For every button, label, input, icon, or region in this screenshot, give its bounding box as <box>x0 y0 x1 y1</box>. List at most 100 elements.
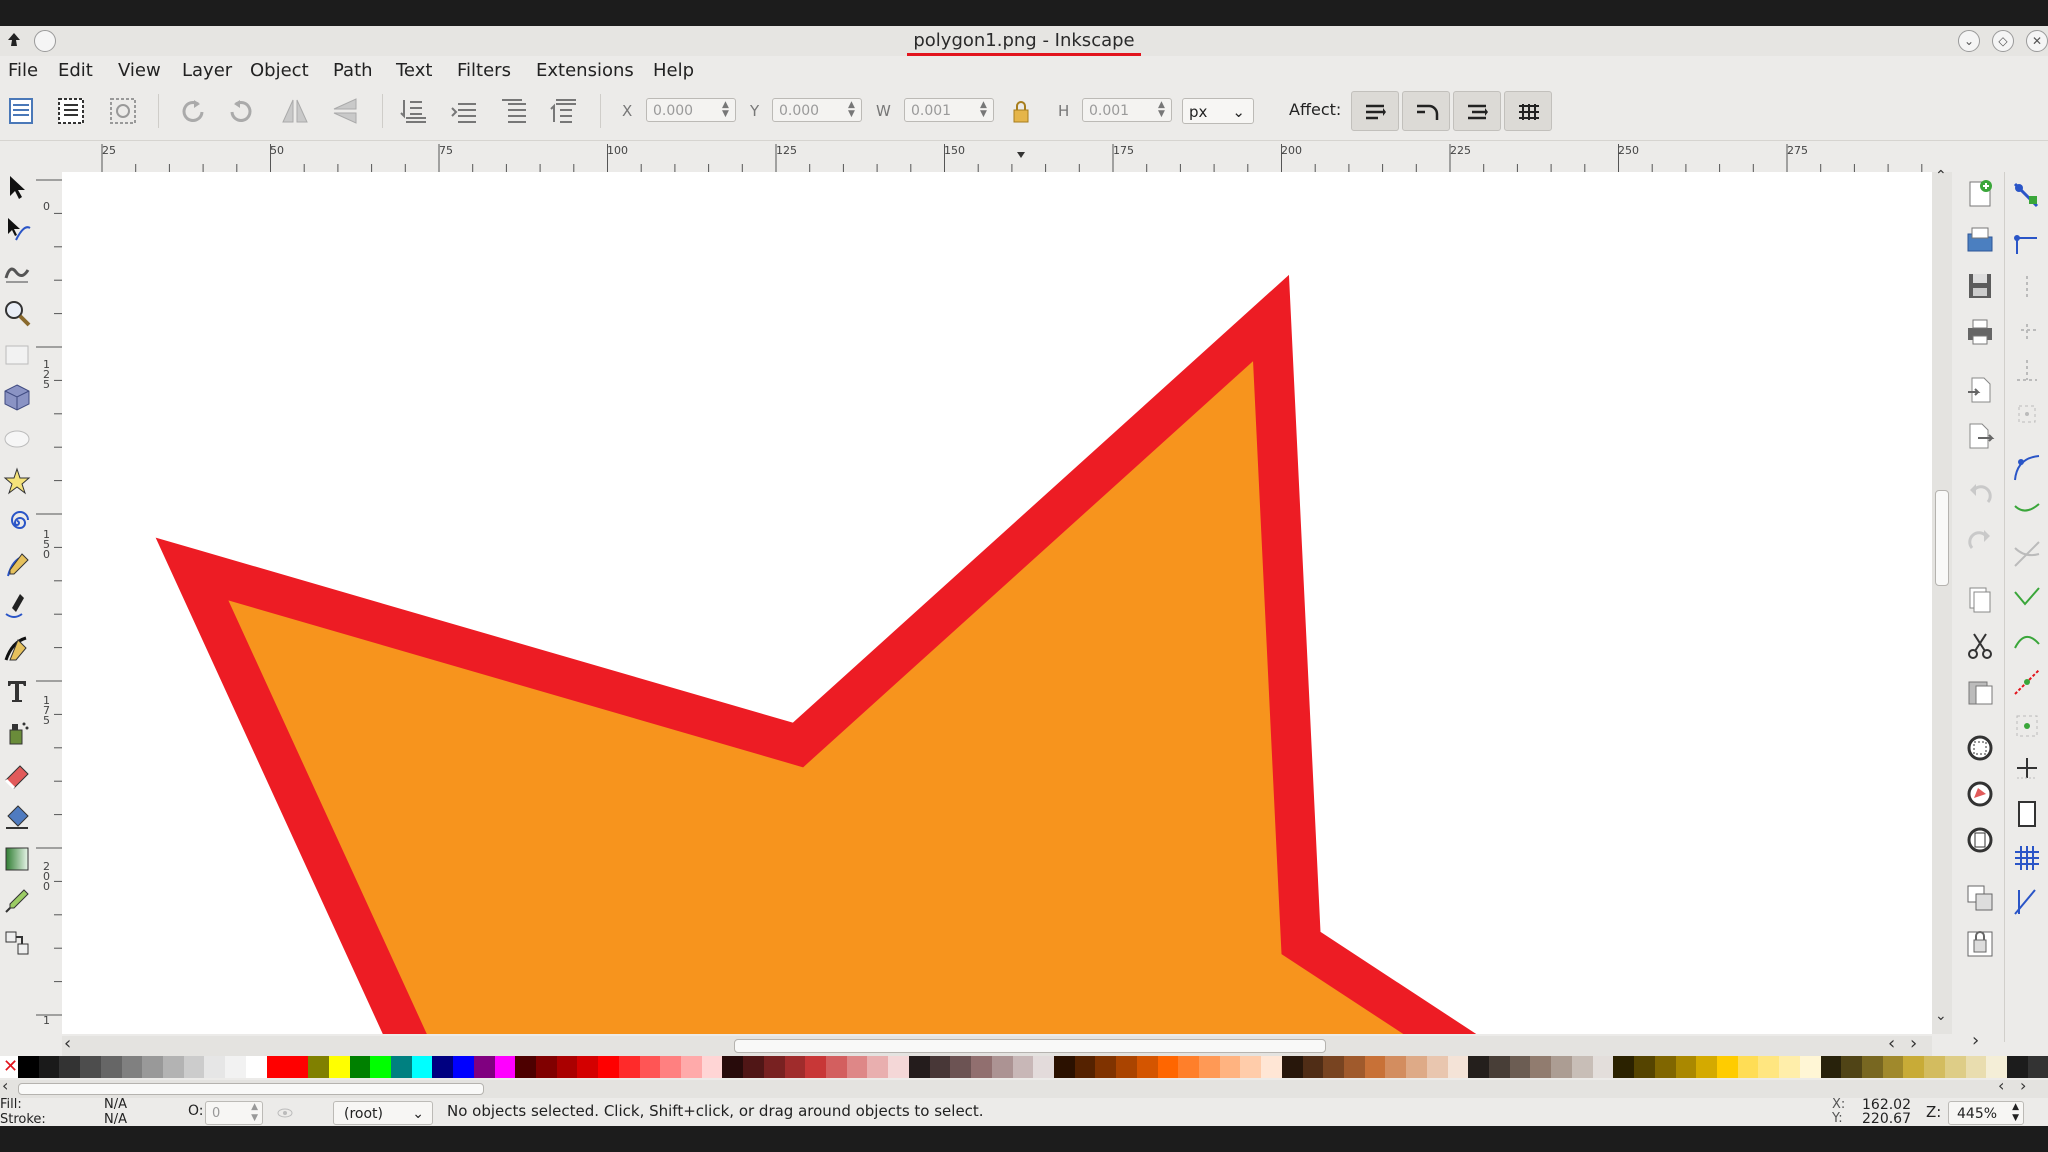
color-swatch[interactable] <box>225 1056 246 1078</box>
color-swatch[interactable] <box>908 1056 930 1078</box>
color-swatch[interactable] <box>1344 1056 1365 1078</box>
color-swatch[interactable] <box>577 1056 599 1078</box>
select-all-in-all-layers-icon[interactable] <box>54 94 88 128</box>
color-swatch[interactable] <box>784 1056 806 1078</box>
zoom-tool-icon[interactable] <box>2 298 32 328</box>
horizontal-scroll-thumb[interactable] <box>734 1039 1326 1053</box>
eraser-tool-icon[interactable] <box>2 760 32 790</box>
calligraphy-tool-icon[interactable] <box>2 634 32 664</box>
color-swatch[interactable] <box>867 1056 889 1078</box>
snap-cusp-nodes-icon[interactable] <box>2011 582 2043 614</box>
color-swatch[interactable] <box>535 1056 557 1078</box>
color-swatch[interactable] <box>1178 1056 1199 1078</box>
color-swatch[interactable] <box>1654 1056 1676 1078</box>
color-swatch[interactable] <box>370 1056 391 1078</box>
color-swatch[interactable] <box>1841 1056 1862 1078</box>
menu-view[interactable]: View <box>118 60 161 81</box>
selector-tool-icon[interactable] <box>2 172 32 202</box>
color-swatch[interactable] <box>950 1056 972 1078</box>
snap-bbox-edges-icon[interactable] <box>2011 272 2043 304</box>
color-swatch[interactable] <box>1592 1056 1614 1078</box>
color-swatch[interactable] <box>142 1056 164 1078</box>
color-swatch[interactable] <box>432 1056 454 1078</box>
layer-select[interactable]: (root) ⌄ <box>333 1101 433 1125</box>
color-swatch[interactable] <box>163 1056 184 1078</box>
color-swatch[interactable] <box>660 1056 681 1078</box>
open-document-icon[interactable] <box>1964 224 1996 256</box>
color-swatch[interactable] <box>287 1056 309 1078</box>
color-swatch[interactable] <box>1965 1056 1987 1078</box>
color-swatch[interactable] <box>1571 1056 1593 1078</box>
menu-help[interactable]: Help <box>653 60 694 81</box>
chevron-right-icon[interactable]: › <box>1972 1030 1979 1051</box>
zoom-page-icon[interactable] <box>1964 824 1996 856</box>
vertical-ruler[interactable]: 0 1 2 5 1 5 0 1 7 5 2 0 0 1 <box>34 172 63 1032</box>
color-swatch[interactable] <box>1882 1056 1904 1078</box>
select-all-icon[interactable] <box>4 94 38 128</box>
snap-smooth-nodes-icon[interactable] <box>2011 624 2043 656</box>
tweak-tool-icon[interactable] <box>2 256 32 286</box>
x-field[interactable]: 0.000 ▲ ▼ <box>646 98 736 122</box>
h-spinner-icon[interactable]: ▲ ▼ <box>1158 101 1168 119</box>
color-swatch[interactable] <box>328 1056 350 1078</box>
lock-icon[interactable] <box>1006 98 1036 126</box>
color-swatch[interactable] <box>1903 1056 1925 1078</box>
fill-value[interactable]: N/A <box>104 1097 127 1112</box>
raise-to-top-icon[interactable] <box>548 94 582 128</box>
vertical-scrollbar[interactable]: ⌃ ⌄ <box>1932 168 1952 1034</box>
snap-grid-icon[interactable] <box>2011 842 2043 874</box>
color-swatch[interactable] <box>1385 1056 1407 1078</box>
color-swatch[interactable] <box>38 1056 60 1078</box>
unit-select[interactable]: px ⌄ <box>1182 98 1254 124</box>
color-swatch[interactable] <box>1986 1056 2007 1078</box>
snap-intersections-icon[interactable] <box>2011 538 2043 570</box>
color-swatch[interactable] <box>453 1056 474 1078</box>
snap-page-border-icon[interactable] <box>2011 798 2043 830</box>
color-swatch[interactable] <box>1240 1056 1262 1078</box>
snap-bbox-center-icon[interactable] <box>2011 398 2043 430</box>
color-swatch[interactable] <box>1696 1056 1717 1078</box>
snap-paths-icon[interactable] <box>2011 496 2043 528</box>
color-swatch[interactable] <box>1426 1056 1448 1078</box>
color-swatch[interactable] <box>1820 1056 1842 1078</box>
color-swatch[interactable] <box>1861 1056 1883 1078</box>
flip-vertical-icon[interactable] <box>328 94 362 128</box>
color-swatch[interactable] <box>1799 1056 1821 1078</box>
color-swatch[interactable] <box>805 1056 827 1078</box>
color-swatch[interactable] <box>1758 1056 1780 1078</box>
lower-icon[interactable] <box>448 94 482 128</box>
eye-icon[interactable] <box>276 1104 294 1122</box>
color-swatch[interactable] <box>121 1056 143 1078</box>
menu-file[interactable]: File <box>8 60 38 81</box>
snap-rotation-center-icon[interactable] <box>2011 752 2043 784</box>
y-spinner-icon[interactable]: ▲ ▼ <box>848 101 858 119</box>
color-swatch[interactable] <box>846 1056 868 1078</box>
color-swatch[interactable] <box>722 1056 744 1078</box>
color-swatch[interactable] <box>971 1056 992 1078</box>
minimize-button[interactable]: ⌄ <box>1958 30 1980 52</box>
maximize-button[interactable]: ◇ <box>1992 30 2014 52</box>
color-swatch[interactable] <box>1737 1056 1759 1078</box>
color-swatch[interactable] <box>618 1056 640 1078</box>
scroll-left-icon[interactable]: ‹ <box>64 1033 71 1054</box>
color-swatch[interactable] <box>681 1056 702 1078</box>
scroll-left-icon[interactable]: ‹ <box>1888 1033 1895 1054</box>
menu-object[interactable]: Object <box>250 60 309 81</box>
color-swatch[interactable] <box>1489 1056 1510 1078</box>
drawing-canvas[interactable] <box>62 172 1932 1034</box>
zoom-spinner-icon[interactable]: ▲ ▼ <box>2012 1102 2019 1124</box>
color-swatch[interactable] <box>598 1056 619 1078</box>
menu-edit[interactable]: Edit <box>58 60 93 81</box>
color-swatch[interactable] <box>1219 1056 1241 1078</box>
horizontal-scrollbar[interactable]: ‹ ‹ › <box>62 1033 1932 1056</box>
color-swatch[interactable] <box>59 1056 81 1078</box>
cut-icon[interactable] <box>1964 630 1996 662</box>
snap-guides-icon[interactable] <box>2011 886 2043 918</box>
color-swatch[interactable] <box>1634 1056 1655 1078</box>
color-swatch[interactable] <box>1136 1056 1158 1078</box>
paste-icon[interactable] <box>1964 676 1996 708</box>
import-icon[interactable] <box>1964 374 1996 406</box>
color-swatch[interactable] <box>1198 1056 1220 1078</box>
color-swatch[interactable] <box>390 1056 412 1078</box>
color-swatch[interactable] <box>639 1056 661 1078</box>
